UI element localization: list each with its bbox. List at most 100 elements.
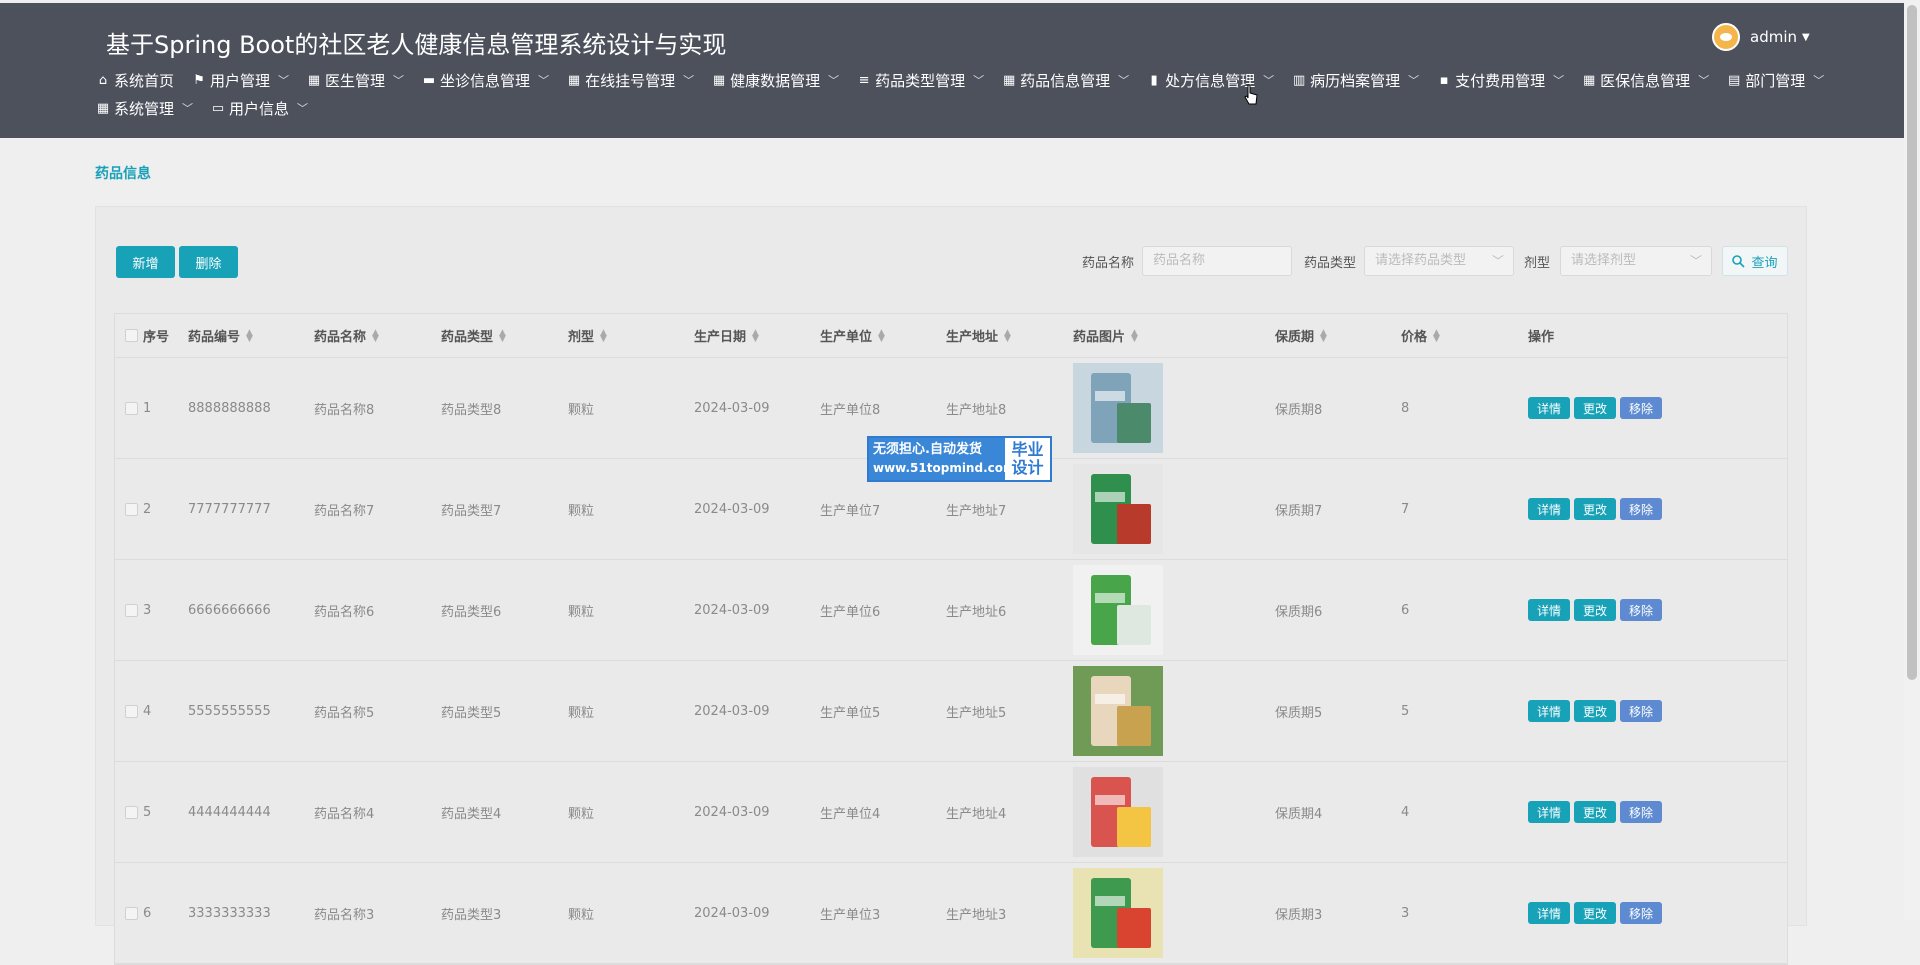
edit-button[interactable]: 更改 [1574, 801, 1617, 823]
sort-icon: ▲ ▼ [752, 327, 759, 344]
remove-button[interactable]: 移除 [1620, 397, 1663, 419]
row-checkbox[interactable] [125, 863, 138, 963]
edit-button[interactable]: 更改 [1574, 397, 1617, 419]
row-checkbox[interactable] [125, 358, 138, 458]
clipboard-icon: ▤ [1728, 72, 1741, 88]
cell-name: 药品名称4 [314, 806, 375, 822]
edit-button[interactable]: 更改 [1574, 599, 1617, 621]
checkbox-box [125, 502, 138, 516]
column-header-form[interactable]: 剂型 ▲ ▼ [568, 314, 607, 357]
cell-price: 4 [1401, 804, 1410, 820]
grid-icon: ▦ [1583, 72, 1596, 88]
list-icon: ≡ [858, 72, 870, 88]
menu-item-3[interactable]: ▬ 坐诊信息管理 ﹀ [422, 70, 549, 90]
menu-item-13[interactable]: ▦ 系统管理 ﹀ [96, 98, 193, 118]
card-icon: ▭ [211, 100, 225, 116]
drug-package-image [1073, 868, 1163, 958]
menu-item-1[interactable]: ⚑ 用户管理 ﹀ [192, 70, 289, 90]
drug-image[interactable] [1073, 868, 1163, 958]
remove-button[interactable]: 移除 [1620, 498, 1663, 520]
edit-button[interactable]: 更改 [1574, 700, 1617, 722]
menu-item-6[interactable]: ≡ 药品类型管理 ﹀ [857, 70, 984, 90]
menu-item-14[interactable]: ▭ 用户信息 ﹀ [211, 98, 308, 118]
edit-button[interactable]: 更改 [1574, 902, 1617, 924]
row-checkbox[interactable] [125, 661, 138, 761]
column-header-date[interactable]: 生产日期 ▲ ▼ [694, 314, 759, 357]
drug-image[interactable] [1073, 363, 1163, 453]
query-button[interactable]: 查询 [1722, 246, 1788, 276]
delete-button[interactable]: 删除 [179, 246, 238, 278]
drug-image[interactable] [1073, 464, 1163, 554]
column-header-img[interactable]: 药品图片 ▲ ▼ [1073, 314, 1138, 357]
search-icon [1732, 254, 1746, 268]
drug-image-cell [1073, 762, 1163, 862]
drug-name-input[interactable]: 药品名称 [1142, 246, 1292, 276]
column-header-unit[interactable]: 生产单位 ▲ ▼ [820, 314, 885, 357]
remove-button[interactable]: 移除 [1620, 599, 1663, 621]
caret-down-icon: ▼ [1802, 31, 1810, 43]
table-row: 3 6666666666 药品名称6 药品类型6 颗粒 2024-03-09 生产单位6 生产… [115, 560, 1787, 661]
row-actions: 详情 更改 移除 [1528, 459, 1666, 559]
drug-image[interactable] [1073, 666, 1163, 756]
column-header-address[interactable]: 生产地址 ▲ ▼ [946, 314, 1011, 357]
table-row: 5 4444444444 药品名称4 药品类型4 颗粒 2024-03-09 生产单位4 生产… [115, 762, 1787, 863]
drug-type-select[interactable]: 请选择药品类型 ﹀ [1364, 246, 1514, 276]
remove-button[interactable]: 移除 [1620, 801, 1663, 823]
cell-shelf: 保质期3 [1275, 907, 1323, 923]
column-header-code[interactable]: 药品编号 ▲ ▼ [188, 314, 253, 357]
row-checkbox[interactable] [125, 459, 138, 559]
watermark-right2: 设计 [1011, 458, 1044, 477]
chevron-down-icon: ﹀ [1263, 74, 1275, 87]
cell-code: 5555555555 [188, 703, 271, 719]
menu-item-label: 用户信息 [229, 99, 290, 118]
detail-button[interactable]: 详情 [1528, 498, 1571, 520]
table-header: 序号 药品编号 ▲ ▼ 药品名称 ▲ ▼ 药品类型 ▲ ▼ 剂型 ▲ ▼ 生产日期 ▲ ▼ 生产单位 ▲ ▼ 生产地址… [115, 314, 1787, 358]
column-header-label: 剂型 [568, 330, 595, 345]
detail-button[interactable]: 详情 [1528, 902, 1571, 924]
select-all-checkbox[interactable] [125, 314, 138, 357]
column-header-shelf[interactable]: 保质期 ▲ ▼ [1275, 314, 1327, 357]
drug-image[interactable] [1073, 767, 1163, 857]
column-header-name[interactable]: 药品名称 ▲ ▼ [314, 314, 379, 357]
column-header-label: 价格 [1401, 330, 1428, 345]
scrollbar-thumb[interactable] [1907, 5, 1917, 680]
menu-item-0[interactable]: ⌂ 系统首页 [96, 70, 174, 90]
column-header-type[interactable]: 药品类型 ▲ ▼ [441, 314, 506, 357]
form-select[interactable]: 请选择剂型 ﹀ [1560, 246, 1712, 276]
cell-address: 生产地址5 [946, 705, 1007, 721]
sort-icon: ▲ ▼ [1433, 327, 1440, 344]
column-header-price[interactable]: 价格 ▲ ▼ [1401, 314, 1440, 357]
row-checkbox[interactable] [125, 762, 138, 862]
scrollbar[interactable] [1904, 0, 1920, 920]
edit-button[interactable]: 更改 [1574, 498, 1617, 520]
remove-button[interactable]: 移除 [1620, 902, 1663, 924]
detail-button[interactable]: 详情 [1528, 599, 1571, 621]
cell-unit: 生产单位4 [820, 806, 881, 822]
row-checkbox[interactable] [125, 560, 138, 660]
user-menu[interactable]: admin ▼ [1712, 23, 1810, 51]
menu-item-4[interactable]: ▦ 在线挂号管理 ﹀ [567, 70, 694, 90]
add-button[interactable]: 新增 [116, 246, 175, 278]
menu-item-2[interactable]: ▦ 医生管理 ﹀ [307, 70, 404, 90]
menu-item-7[interactable]: ▦ 药品信息管理 ﹀ [1002, 70, 1129, 90]
menu-item-11[interactable]: ▦ 医保信息管理 ﹀ [1582, 70, 1709, 90]
detail-button[interactable]: 详情 [1528, 397, 1571, 419]
drug-package-image [1073, 767, 1163, 857]
remove-button[interactable]: 移除 [1620, 700, 1663, 722]
cell-unit: 生产单位5 [820, 705, 881, 721]
cell-unit: 生产单位3 [820, 907, 881, 923]
menu-item-9[interactable]: ▥ 病历档案管理 ﹀ [1292, 70, 1419, 90]
detail-button[interactable]: 详情 [1528, 801, 1571, 823]
column-header-label: 序号 [143, 330, 170, 345]
grid-icon: ▦ [712, 72, 726, 88]
comment-icon: ▪ [1439, 72, 1449, 88]
menu-item-12[interactable]: ▤ 部门管理 ﹀ [1727, 70, 1824, 90]
menu-item-5[interactable]: ▦ 健康数据管理 ﹀ [712, 70, 839, 90]
row-actions: 详情 更改 移除 [1528, 762, 1666, 862]
home-icon: ⌂ [98, 72, 108, 88]
column-header-label: 生产日期 [694, 330, 747, 345]
menu-item-10[interactable]: ▪ 支付费用管理 ﹀ [1437, 70, 1564, 90]
detail-button[interactable]: 详情 [1528, 700, 1571, 722]
table-row: 6 3333333333 药品名称3 药品类型3 颗粒 2024-03-09 生产单位3 生产… [115, 863, 1787, 964]
drug-image[interactable] [1073, 565, 1163, 655]
